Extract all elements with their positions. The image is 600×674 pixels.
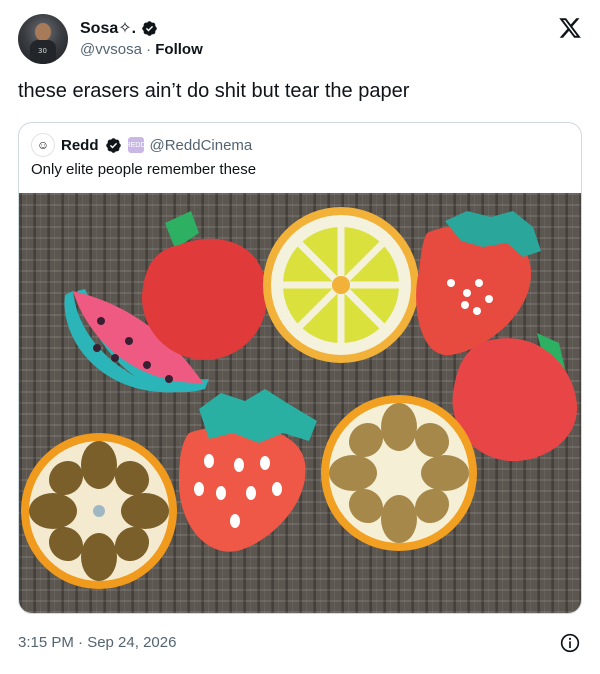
follow-button[interactable]: Follow xyxy=(155,41,203,58)
author-name-row[interactable]: Sosa✧. xyxy=(80,18,158,38)
orange-eraser-left xyxy=(21,433,177,589)
quoted-name[interactable]: Redd xyxy=(61,137,99,154)
info-icon[interactable] xyxy=(560,633,580,653)
apple-eraser-right xyxy=(452,333,578,462)
verified-icon xyxy=(105,137,121,153)
author-name[interactable]: Sosa✧. xyxy=(80,18,136,38)
author-handle-row: @vvsosa · Follow xyxy=(80,41,203,58)
author-avatar[interactable]: 30 xyxy=(18,14,68,64)
erasers-illustration xyxy=(21,207,578,589)
quoted-tweet[interactable]: ☺ Redd REDD @ReddCinema Only elite peopl… xyxy=(18,122,582,614)
quoted-handle[interactable]: @ReddCinema xyxy=(150,137,253,154)
tweet-timestamp[interactable]: 3:15 PM · Sep 24, 2026 xyxy=(18,634,176,651)
quoted-header: ☺ Redd REDD @ReddCinema xyxy=(31,133,252,157)
tweet-text: these erasers ain’t do shit but tear the… xyxy=(18,80,410,102)
separator-dot: · xyxy=(141,41,156,58)
quoted-text: Only elite people remember these xyxy=(31,161,257,178)
verified-icon xyxy=(142,20,157,36)
tweet-header: 30 Sosa✧. @vvsosa · Follow xyxy=(18,14,582,66)
orange-eraser-center xyxy=(321,395,477,551)
apple-eraser xyxy=(142,211,268,360)
avatar-head xyxy=(35,23,51,41)
strawberry-eraser-top xyxy=(416,211,541,356)
author-handle[interactable]: @vvsosa xyxy=(80,41,142,58)
strawberry-eraser-center xyxy=(179,389,317,552)
affiliate-badge: REDD xyxy=(126,137,145,153)
erasers-photo[interactable] xyxy=(19,193,581,613)
lemon-eraser xyxy=(263,207,419,363)
avatar-jersey-number: 30 xyxy=(38,47,47,55)
x-logo-icon[interactable] xyxy=(558,16,582,40)
quoted-avatar[interactable]: ☺ xyxy=(31,133,55,157)
